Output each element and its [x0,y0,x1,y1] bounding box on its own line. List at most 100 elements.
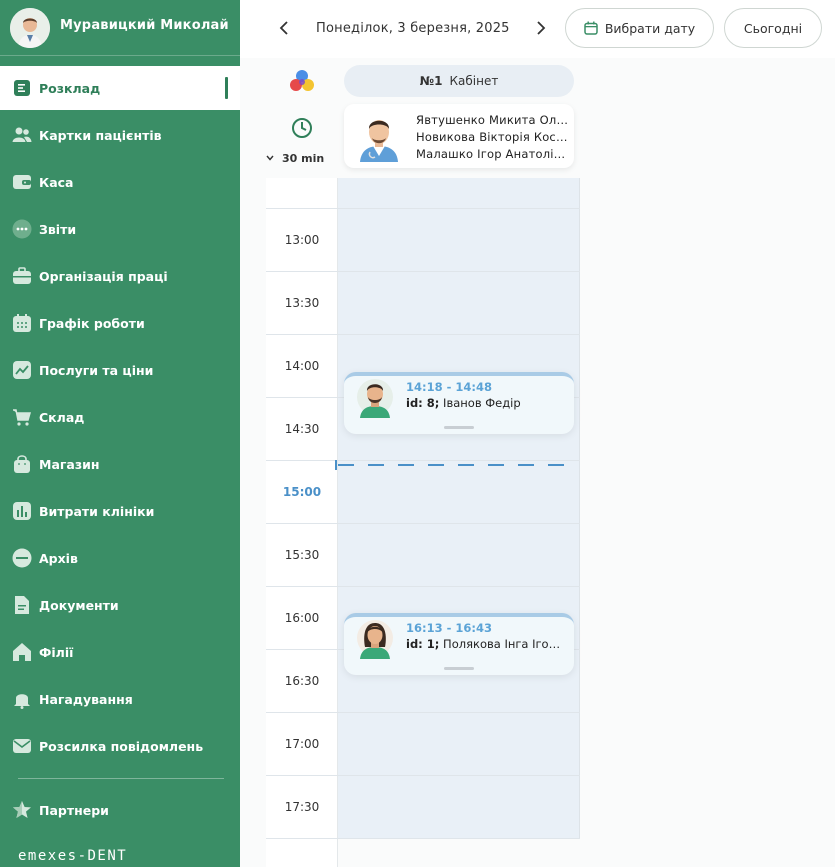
appointment-patient: id: 1; Полякова Інга Ігорівна [406,637,566,651]
time-label: 15:30 [284,548,320,562]
user-name: Муравицкий Миколай [60,18,229,33]
sidebar-item-label: Послуги та ціни [39,362,154,378]
user-profile[interactable]: Муравицкий Миколай [0,0,240,56]
patient-name: Полякова Інга Ігорівна [443,637,566,651]
sidebar-item-label: Філії [39,644,74,660]
cabinet-header[interactable]: №1 Кабінет [344,65,574,97]
current-time-label: 15:00 [282,485,322,499]
appointment-patient: id: 8; Іванов Федір [406,396,566,410]
sidebar-item-archive[interactable]: Архів [0,536,240,580]
time-label: 17:30 [284,800,320,814]
sidebar-item-patients[interactable]: Картки пацієнтів [0,113,240,157]
sidebar-item-cash[interactable]: Каса [0,160,240,204]
sidebar-item-mailing[interactable]: Розсилка повідомлень [0,724,240,768]
sidebar-item-documents[interactable]: Документи [0,583,240,627]
patient-name: Іванов Федір [443,396,521,410]
current-time-line [338,464,570,466]
slot-divider [266,838,580,839]
sidebar-item-shop[interactable]: Магазин [0,442,240,486]
slot-divider [266,208,580,209]
calendar-icon [12,313,32,333]
briefcase-icon [12,266,32,286]
sidebar-item-work-schedule[interactable]: Графік роботи [0,301,240,345]
chart-line-icon [12,360,32,380]
sidebar-item-label: Звіти [39,221,77,237]
pick-date-button[interactable]: Вибрати дату [565,8,714,48]
sidebar-item-schedule[interactable]: Розклад [0,66,240,110]
appointment-card[interactable]: 16:13 - 16:43 id: 1; Полякова Інга Ігорі… [344,613,574,675]
sidebar-item-clinic-expenses[interactable]: Витрати клініки [0,489,240,533]
archive-icon [12,548,32,568]
sidebar-item-label: Нагадування [39,691,133,707]
time-label: 14:30 [284,422,320,436]
sidebar-item-warehouse[interactable]: Склад [0,395,240,439]
slot-divider [266,775,580,776]
doctors-card[interactable]: Явтушенко Микита Олександрович Новикова … [344,104,574,168]
time-label: 16:30 [284,674,320,688]
sidebar-item-label: Склад [39,409,85,425]
schedule-icon [12,78,32,98]
cabinet-number: №1 [419,74,443,88]
slot-divider [266,712,580,713]
mail-icon [12,736,32,756]
current-date: Понеділок, 3 березня, 2025 [316,21,510,36]
patient-avatar-male [356,378,394,418]
home-icon [12,642,32,662]
sidebar-item-label: Документи [39,597,119,613]
doctor-names: Явтушенко Микита Олександрович Новикова … [416,112,568,163]
bell-icon [12,689,32,709]
bar-chart-icon [12,501,32,521]
slot-divider [266,523,580,524]
app-logo: emexes-DENT [18,848,128,864]
appointment-time: 16:13 - 16:43 [406,621,492,635]
resize-handle[interactable] [444,667,474,670]
appointment-time: 14:18 - 14:48 [406,380,492,394]
doctor-name: Новикова Вікторія Костянтинівна [416,130,568,144]
interval-selector[interactable]: 30 min [266,152,324,165]
today-button[interactable]: Сьогодні [724,8,822,48]
slot-divider [266,334,580,335]
previous-day-button[interactable] [272,16,296,40]
sidebar-item-label: Магазин [39,456,100,472]
slot-divider [266,460,580,461]
sidebar-item-label: Розклад [39,80,101,96]
interval-label: 30 min [282,152,325,165]
date-toolbar: Понеділок, 3 березня, 2025 Вибрати дату … [240,0,835,58]
sidebar-item-branches[interactable]: Філії [0,630,240,674]
pick-date-label: Вибрати дату [604,20,696,36]
chevron-down-icon [266,154,274,164]
slot-divider [266,586,580,587]
sidebar-item-services-prices[interactable]: Послуги та ціни [0,348,240,392]
time-label: 13:00 [284,233,320,247]
user-avatar [10,8,50,48]
today-label: Сьогодні [743,20,803,36]
time-label: 13:30 [284,296,320,310]
time-label: 14:00 [284,359,320,373]
sidebar-item-label: Організація праці [39,268,168,284]
clock-icon [291,117,313,139]
slot-divider [266,271,580,272]
next-day-button[interactable] [529,16,553,40]
time-label: 16:00 [284,611,320,625]
sidebar-divider [18,778,224,779]
time-label: 17:00 [284,737,320,751]
sidebar-item-reports[interactable]: Звіти [0,207,240,251]
doctor-name: Малашко Ігор Анатолійович [416,147,568,161]
dots-icon [12,219,32,239]
sidebar-item-reminders[interactable]: Нагадування [0,677,240,721]
resize-handle[interactable] [444,426,474,429]
sidebar-item-label: Каса [39,174,74,190]
sidebar: Муравицкий Миколай Розклад Картки пацієн… [0,0,240,867]
sidebar-item-work-organization[interactable]: Організація праці [0,254,240,298]
appointment-id: id: 1; [406,637,440,651]
doctor-name: Явтушенко Микита Олександрович [416,113,568,127]
sidebar-item-label: Графік роботи [39,315,145,331]
google-style-dots-icon[interactable] [288,68,316,96]
chevron-right-icon [537,21,546,35]
cabinet-slot-column[interactable] [338,178,580,839]
cabinet-label: Кабінет [449,74,499,88]
appointment-card[interactable]: 14:18 - 14:48 id: 8; Іванов Федір [344,372,574,434]
sidebar-item-partners[interactable]: Партнери [0,788,240,832]
current-time-marker [335,460,337,470]
sidebar-item-label: Архів [39,550,78,566]
